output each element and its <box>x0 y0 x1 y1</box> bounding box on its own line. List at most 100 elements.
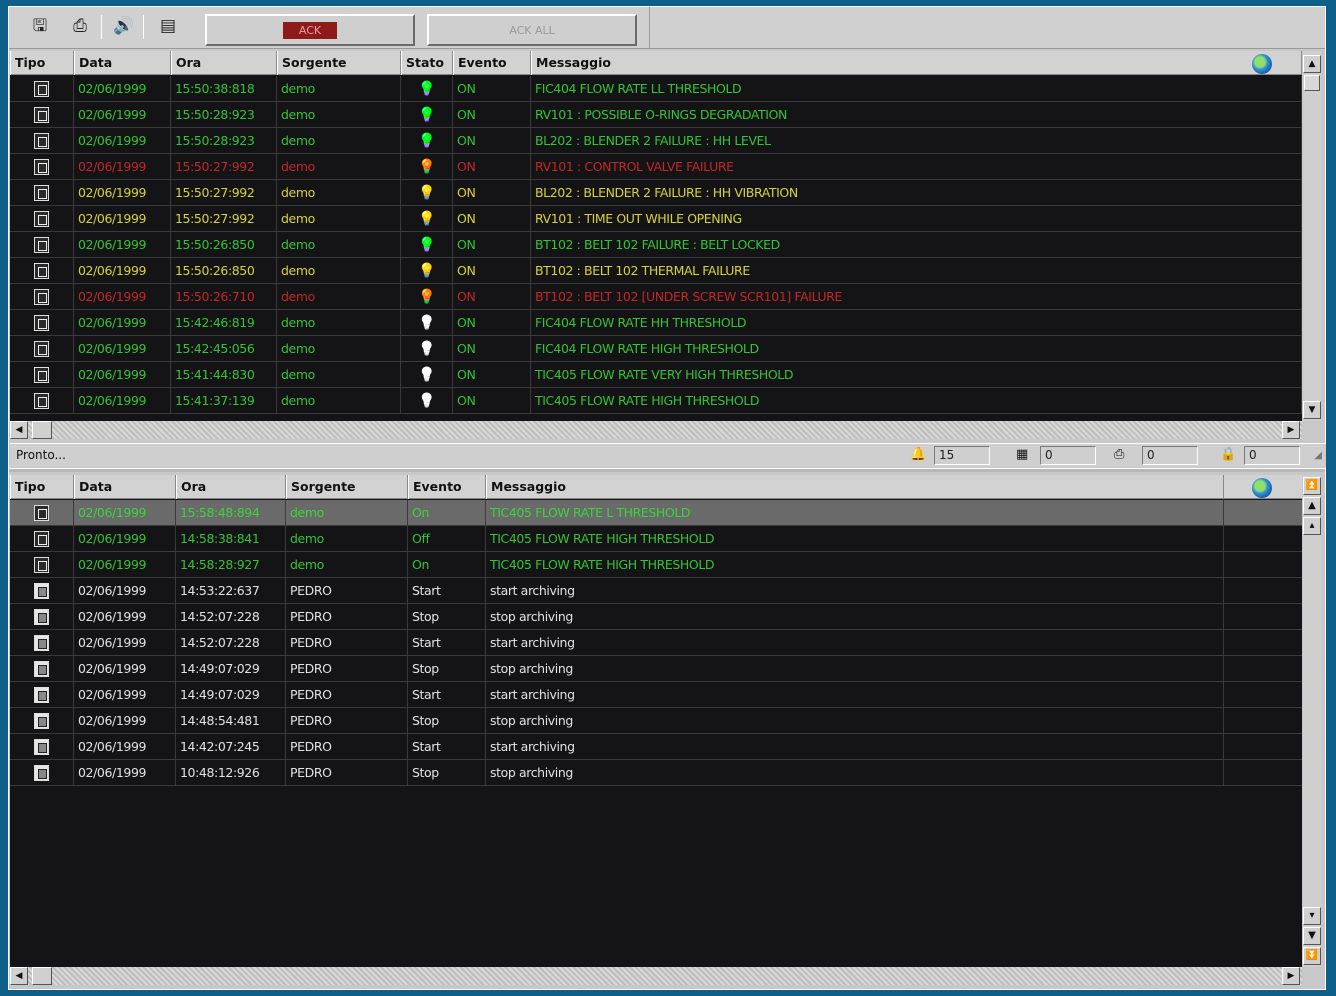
sound-icon[interactable]: 🔊 <box>111 13 137 39</box>
history-horizontal-scrollbar[interactable]: ◀ ▶ <box>10 967 1302 985</box>
table-row[interactable]: 02/06/1999 15:50:26:850 demo 💡 ON BT102 : BEL… <box>10 257 1302 284</box>
table-row[interactable]: 02/06/1999 14:58:28:927 demo On TIC405 FLOW … <box>10 551 1302 578</box>
col-stato[interactable]: Stato <box>401 51 453 75</box>
cell-sorgente: demo <box>277 153 401 180</box>
scroll-thumb[interactable] <box>1304 75 1320 91</box>
alarms-horizontal-scrollbar[interactable]: ◀ ▶ <box>10 421 1302 439</box>
col-data[interactable]: Data <box>74 51 171 75</box>
page-up-icon[interactable]: ▲ <box>1303 497 1321 515</box>
cell-stato: 💡 <box>401 101 453 128</box>
table-row[interactable]: 02/06/1999 14:52:07:228 PEDRO Stop stop arch… <box>10 603 1302 630</box>
table-row[interactable]: 02/06/1999 15:42:46:819 demo 💡 ON FIC404 FLOW… <box>10 309 1302 336</box>
scroll-down-icon[interactable]: ▼ <box>1303 401 1321 419</box>
alarm-type-icon <box>34 366 49 383</box>
table-row[interactable]: 02/06/1999 15:50:28:923 demo 💡 ON BL202 : BLE… <box>10 127 1302 154</box>
cell-tipo <box>10 179 74 206</box>
status-bulb-icon: 💡 <box>417 106 436 123</box>
col-ora[interactable]: Ora <box>171 51 277 75</box>
page-top-icon[interactable]: ⏫ <box>1303 477 1321 495</box>
ack-button[interactable]: ACK <box>205 14 415 46</box>
table-row[interactable]: 02/06/1999 15:50:28:923 demo 💡 ON RV101 : POS… <box>10 101 1302 128</box>
table-row[interactable]: 02/06/1999 14:52:07:228 PEDRO Start start ar… <box>10 629 1302 656</box>
col-messaggio[interactable]: Messaggio <box>531 51 1302 75</box>
page-bottom-icon[interactable]: ⏬ <box>1303 947 1321 965</box>
table-row[interactable]: 02/06/1999 15:58:48:894 demo On TIC405 FLOW … <box>10 499 1302 526</box>
col-tipo[interactable]: Tipo <box>10 475 74 499</box>
table-row[interactable]: 02/06/1999 15:50:38:818 demo 💡 ON FIC404 FLOW… <box>10 75 1302 102</box>
cell-messaggio: TIC405 FLOW RATE VERY HIGH THRESHOLD <box>531 361 1302 388</box>
table-row[interactable]: 02/06/1999 14:49:07:029 PEDRO Stop stop arch… <box>10 655 1302 682</box>
table-row[interactable]: 02/06/1999 15:50:27:992 demo 💡 ON RV101 : TIM… <box>10 205 1302 232</box>
cell-messaggio: stop archiving <box>486 603 1224 630</box>
lock-count: 0 <box>1244 446 1300 465</box>
table-row[interactable]: 02/06/1999 14:53:22:637 PEDRO Start start ar… <box>10 577 1302 604</box>
history-vertical-scrollbar[interactable]: ⏫ ▲ ▴ ▾ ▼ ⏬ <box>1303 475 1321 967</box>
up-icon[interactable]: ▴ <box>1303 517 1321 535</box>
scroll-right-icon[interactable]: ▶ <box>1282 967 1300 985</box>
col-ora[interactable]: Ora <box>176 475 286 499</box>
status-bulb-icon: 💡 <box>417 392 436 409</box>
cell-sorgente: demo <box>277 361 401 388</box>
cell-ora: 14:53:22:637 <box>176 577 286 604</box>
down-icon[interactable]: ▾ <box>1303 907 1321 925</box>
filter-icon[interactable]: ▤ <box>155 13 181 39</box>
col-sorgente[interactable]: Sorgente <box>277 51 401 75</box>
resize-grip-icon[interactable]: ◢ <box>1314 450 1322 461</box>
col-data[interactable]: Data <box>74 475 176 499</box>
table-row[interactable]: 02/06/1999 15:41:37:139 demo 💡 ON TIC405 FLOW… <box>10 387 1302 414</box>
table-row[interactable]: 02/06/1999 15:41:44:830 demo 💡 ON TIC405 FLOW… <box>10 361 1302 388</box>
scroll-left-icon[interactable]: ◀ <box>10 967 28 985</box>
table-row[interactable]: 02/06/1999 15:50:26:710 demo 💡 ON BT102 : BEL… <box>10 283 1302 310</box>
table-row[interactable]: 02/06/1999 15:50:27:992 demo 💡 ON BL202 : BLE… <box>10 179 1302 206</box>
ack-all-button[interactable]: ACK ALL <box>427 14 637 46</box>
table-row[interactable]: 02/06/1999 15:50:27:992 demo 💡 ON RV101 : CON… <box>10 153 1302 180</box>
archive-event-icon <box>34 712 49 729</box>
table-row[interactable]: 02/06/1999 15:50:26:850 demo 💡 ON BT102 : BEL… <box>10 231 1302 258</box>
col-sorgente[interactable]: Sorgente <box>286 475 408 499</box>
pane-splitter[interactable] <box>9 468 1325 472</box>
hscroll-thumb[interactable] <box>32 967 52 985</box>
save-icon[interactable]: 🖫 <box>27 13 53 39</box>
col-tipo[interactable]: Tipo <box>10 51 74 75</box>
cell-evento: Stop <box>408 759 486 786</box>
cell-stato: 💡 <box>401 231 453 258</box>
cell-stato: 💡 <box>401 361 453 388</box>
table-row[interactable]: 02/06/1999 14:58:38:841 demo Off TIC405 FLOW… <box>10 525 1302 552</box>
cell-ora: 14:48:54:481 <box>176 707 286 734</box>
cell-messaggio: start archiving <box>486 629 1224 656</box>
alarm-type-icon <box>34 132 49 149</box>
archive-event-icon <box>34 634 49 651</box>
cell-sorgente: PEDRO <box>286 733 408 760</box>
col-evento[interactable]: Evento <box>453 51 531 75</box>
cell-messaggio: BL202 : BLENDER 2 FAILURE : HH LEVEL <box>531 127 1302 154</box>
cell-tipo <box>10 629 74 656</box>
table-row[interactable]: 02/06/1999 14:42:07:245 PEDRO Start start ar… <box>10 733 1302 760</box>
table-row[interactable]: 02/06/1999 14:48:54:481 PEDRO Stop stop arch… <box>10 707 1302 734</box>
alarm-type-icon <box>34 392 49 409</box>
cell-evento: Start <box>408 629 486 656</box>
cell-ora: 15:50:28:923 <box>171 101 277 128</box>
scroll-left-icon[interactable]: ◀ <box>10 421 28 439</box>
cell-stato: 💡 <box>401 335 453 362</box>
scroll-right-icon[interactable]: ▶ <box>1282 421 1300 439</box>
cell-sorgente: demo <box>277 231 401 258</box>
col-evento[interactable]: Evento <box>408 475 486 499</box>
hscroll-thumb[interactable] <box>32 421 52 439</box>
cell-data: 02/06/1999 <box>74 629 176 656</box>
status-bulb-icon: 💡 <box>417 132 436 149</box>
cell-evento: Stop <box>408 655 486 682</box>
table-row[interactable]: 02/06/1999 14:49:07:029 PEDRO Start start ar… <box>10 681 1302 708</box>
cell-evento: ON <box>453 205 531 232</box>
col-messaggio[interactable]: Messaggio <box>486 475 1224 499</box>
alarm-type-icon <box>34 262 49 279</box>
cell-data: 02/06/1999 <box>74 283 171 310</box>
cell-ora: 15:50:26:710 <box>171 283 277 310</box>
cell-evento: ON <box>453 75 531 102</box>
scroll-up-icon[interactable]: ▲ <box>1303 55 1321 73</box>
page-down-icon[interactable]: ▼ <box>1303 927 1321 945</box>
alarms-vertical-scrollbar[interactable]: ▲ ▼ <box>1303 51 1321 421</box>
print-preview-icon[interactable]: ⎙ <box>67 13 93 39</box>
cell-stato: 💡 <box>401 179 453 206</box>
table-row[interactable]: 02/06/1999 15:42:45:056 demo 💡 ON FIC404 FLOW… <box>10 335 1302 362</box>
table-row[interactable]: 02/06/1999 10:48:12:926 PEDRO Stop stop arch… <box>10 759 1302 786</box>
